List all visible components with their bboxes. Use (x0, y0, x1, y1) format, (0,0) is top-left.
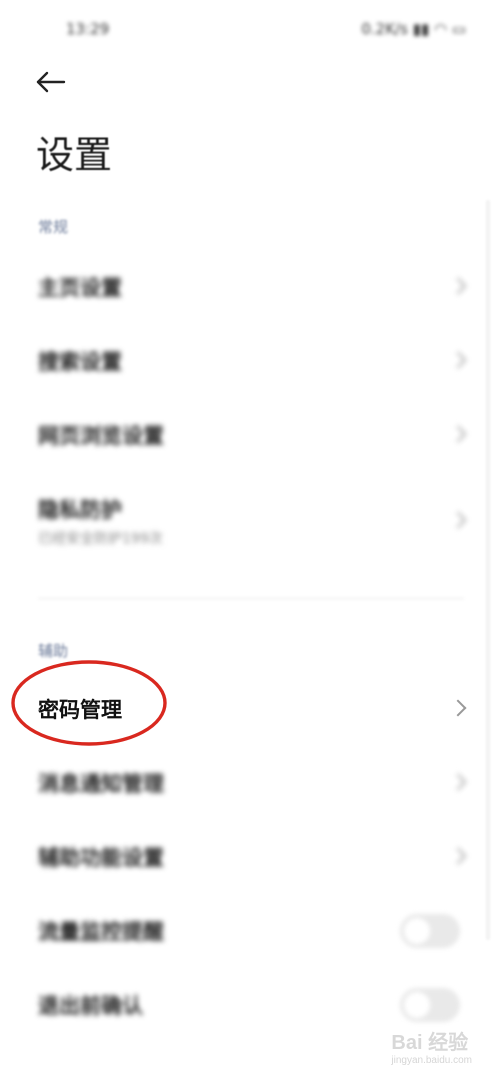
row-notification-management[interactable]: 消息通知管理 (0, 758, 500, 808)
page-title: 设置 (36, 133, 113, 177)
chevron-right-icon (449, 699, 467, 717)
chevron-right-icon (449, 511, 467, 529)
section-label-general: 常规 (38, 218, 69, 236)
row-sublabel: 已经安全防护199次 (38, 531, 163, 547)
status-indicators: 0.2K/s ▮▮ ◠ ▭ (361, 20, 466, 38)
row-search-settings[interactable]: 搜索设置 (0, 336, 500, 386)
status-time: 13:29 (66, 20, 110, 38)
section-divider (38, 598, 464, 599)
row-exit-confirmation[interactable]: 退出前确认 (0, 980, 500, 1030)
row-accessibility-settings[interactable]: 辅助功能设置 (0, 832, 500, 882)
back-button[interactable] (28, 62, 72, 102)
section-label-assist: 辅助 (38, 642, 69, 660)
row-label: 网页浏览设置 (38, 424, 164, 448)
toggle-knob (404, 918, 430, 944)
baidu-jingyan-watermark: Bai 经验 jingyan.baidu.com (391, 1026, 472, 1066)
row-browsing-settings[interactable]: 网页浏览设置 (0, 410, 500, 460)
chevron-right-icon (449, 425, 467, 443)
row-homepage-settings[interactable]: 主页设置 (0, 262, 500, 312)
chevron-right-icon (449, 277, 467, 295)
watermark-url: jingyan.baidu.com (391, 1055, 472, 1066)
row-label: 隐私防护 (38, 498, 122, 522)
row-label: 密码管理 (38, 698, 122, 722)
toggle-switch[interactable] (400, 988, 460, 1022)
watermark-text: Bai 经验 (391, 1032, 469, 1054)
row-label: 辅助功能设置 (38, 846, 164, 870)
chevron-right-icon (449, 773, 467, 791)
row-privacy-protection[interactable]: 隐私防护 已经安全防护199次 (0, 486, 500, 556)
chevron-right-icon (449, 847, 467, 865)
row-traffic-monitor-reminder[interactable]: 流量监控提醒 (0, 906, 500, 956)
back-arrow-icon (36, 71, 66, 93)
row-label: 流量监控提醒 (38, 920, 164, 944)
status-bar: 13:29 0.2K/s ▮▮ ◠ ▭ (0, 0, 500, 60)
row-label: 消息通知管理 (38, 772, 164, 796)
chevron-right-icon (449, 351, 467, 369)
row-label: 主页设置 (38, 276, 122, 300)
row-label: 退出前确认 (38, 994, 143, 1018)
toggle-switch[interactable] (400, 914, 460, 948)
row-label: 搜索设置 (38, 350, 122, 374)
row-password-management[interactable]: 密码管理 (0, 684, 500, 734)
toggle-knob (404, 992, 430, 1018)
